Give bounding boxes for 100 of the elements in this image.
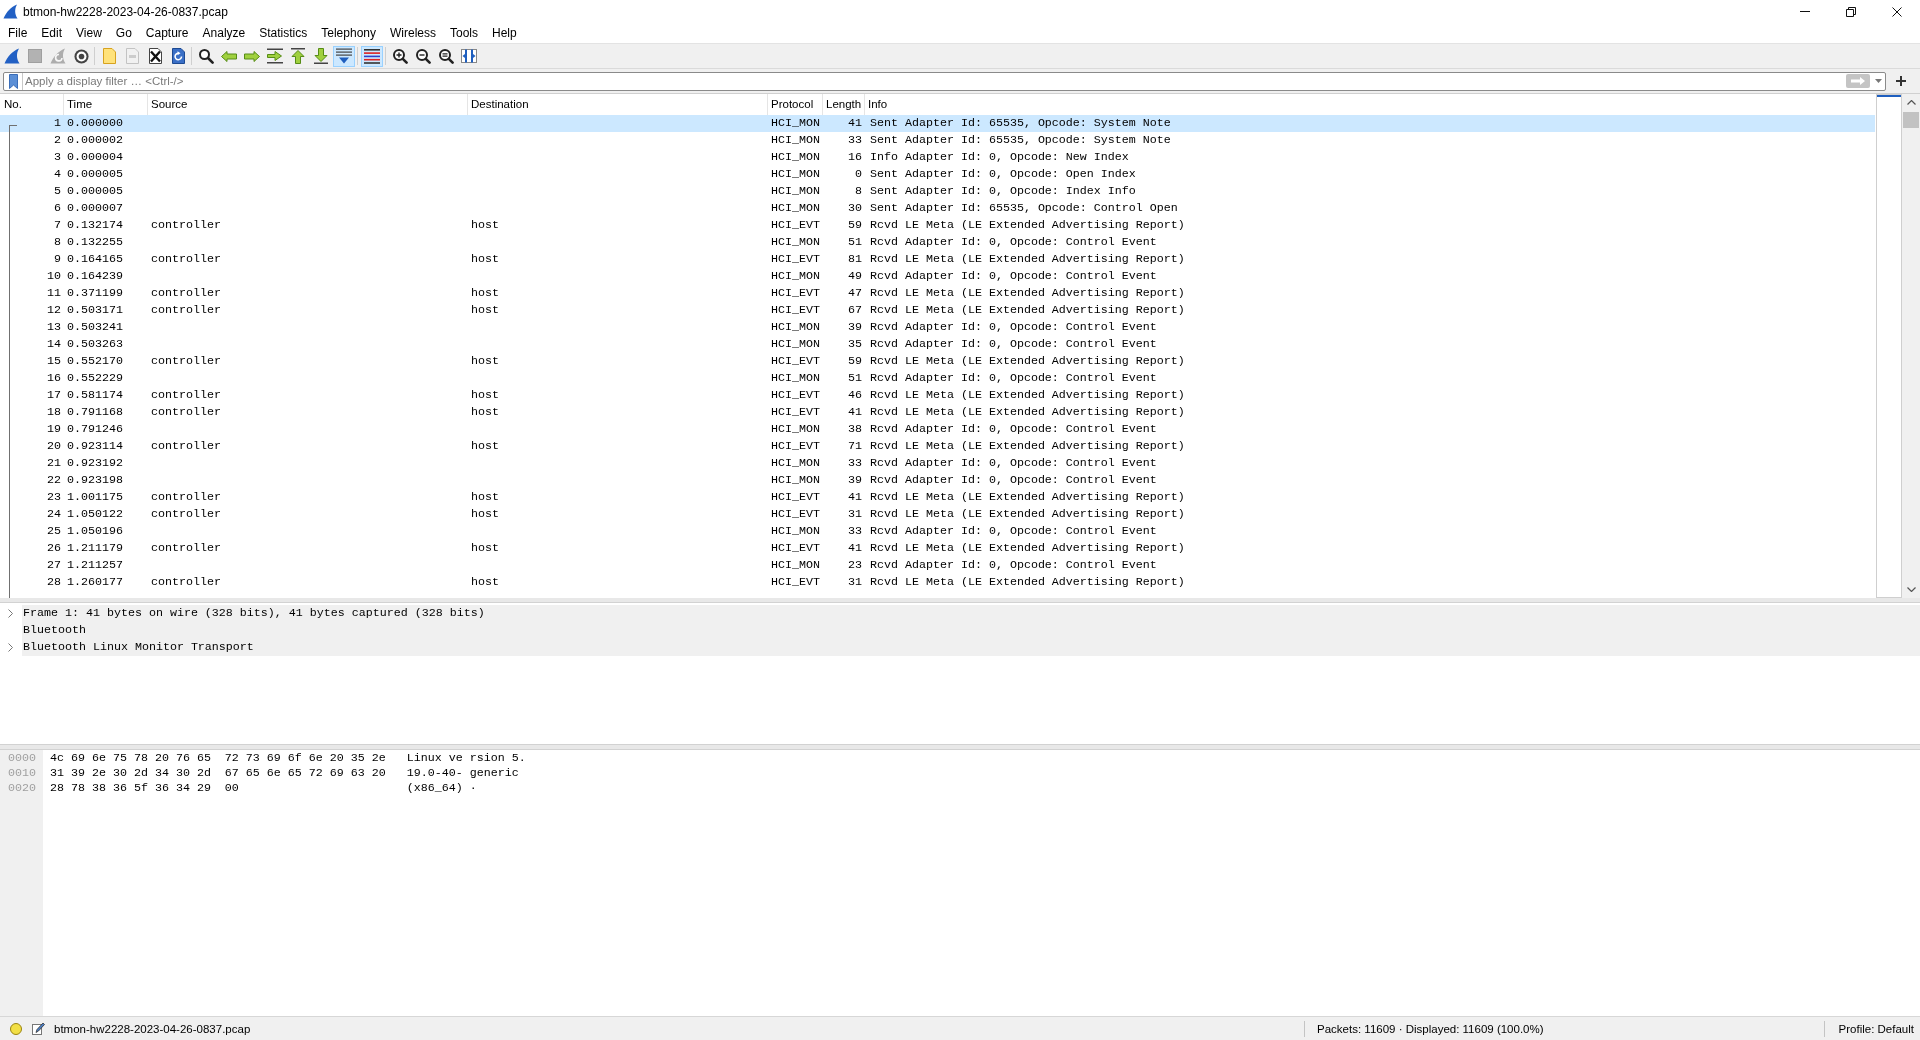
packet-row[interactable]: 22 0.923198 HCI_MON 39 Rcvd Adapter Id: 0, Opcode: Control Event xyxy=(0,472,1875,489)
packet-number: 17 xyxy=(47,387,61,404)
packet-row[interactable]: 21 0.923192 HCI_MON 33 Rcvd Adapter Id: 0, Opcode: Control Event xyxy=(0,455,1875,472)
packet-length: 33 xyxy=(848,455,862,472)
packet-source: controller xyxy=(151,251,221,268)
save-icon xyxy=(125,48,139,64)
menu-item[interactable]: Help xyxy=(485,23,524,43)
packet-source: controller xyxy=(151,302,221,319)
packet-number: 27 xyxy=(47,557,61,574)
packet-time: 0.000002 xyxy=(67,132,123,149)
packet-row[interactable]: 11 0.371199 controller host HCI_EVT 47 Rcvd LE Meta (LE Extended Advertising Report) xyxy=(0,285,1875,302)
packet-info: Rcvd LE Meta (LE Extended Advertising Report) xyxy=(870,217,1185,234)
packet-row[interactable]: 15 0.552170 controller host HCI_EVT 59 Rcvd LE Meta (LE Extended Advertising Report) xyxy=(0,353,1875,370)
packet-protocol: HCI_MON xyxy=(771,319,820,336)
chevron-right-icon xyxy=(8,609,13,618)
packet-row[interactable]: 8 0.132255 HCI_MON 51 Rcvd Adapter Id: 0, Opcode: Control Event xyxy=(0,234,1875,251)
display-filter-combobox[interactable]: Apply a display filter … <Ctrl-/> xyxy=(3,71,1886,91)
scroll-thumb[interactable] xyxy=(1903,112,1919,128)
vertical-scrollbar[interactable] xyxy=(1902,94,1920,598)
packet-source: controller xyxy=(151,217,221,234)
packet-number: 14 xyxy=(47,336,61,353)
packet-protocol: HCI_MON xyxy=(771,149,820,166)
packet-info: Rcvd LE Meta (LE Extended Advertising Report) xyxy=(870,540,1185,557)
packet-row[interactable]: 7 0.132174 controller host HCI_EVT 59 Rcvd LE Meta (LE Extended Advertising Report) xyxy=(0,217,1875,234)
packet-row[interactable]: 1 0.000000 HCI_MON 41 Sent Adapter Id: 65535, Opcode: System Note xyxy=(0,115,1875,132)
packet-row[interactable]: 9 0.164165 controller host HCI_EVT 81 Rcvd LE Meta (LE Extended Advertising Report) xyxy=(0,251,1875,268)
folder-icon xyxy=(102,48,116,64)
packet-destination: host xyxy=(471,251,499,268)
packet-row[interactable]: 28 1.260177 controller host HCI_EVT 31 Rcvd LE Meta (LE Extended Advertising Report) xyxy=(0,574,1875,591)
profile-name[interactable]: Profile: Default xyxy=(1838,1022,1914,1035)
menu-item[interactable]: Capture xyxy=(138,23,196,43)
packet-time: 0.371199 xyxy=(67,285,123,302)
packet-destination: host xyxy=(471,574,499,591)
menu-item[interactable]: View xyxy=(69,23,109,43)
menu-item[interactable]: Edit xyxy=(34,23,70,43)
packet-destination: host xyxy=(471,506,499,523)
close-icon xyxy=(1892,6,1902,17)
packet-info: Rcvd LE Meta (LE Extended Advertising Report) xyxy=(870,285,1185,302)
packet-row[interactable]: 4 0.000005 HCI_MON 0 Sent Adapter Id: 0, Opcode: Open Index xyxy=(0,166,1875,183)
menu-item[interactable]: Statistics xyxy=(252,23,315,43)
packet-length: 33 xyxy=(848,523,862,540)
pencil-icon[interactable] xyxy=(32,1022,45,1035)
packet-row[interactable]: 12 0.503171 controller host HCI_EVT 67 Rcvd LE Meta (LE Extended Advertising Report) xyxy=(0,302,1875,319)
packet-destination: host xyxy=(471,540,499,557)
packet-length: 23 xyxy=(848,557,862,574)
packet-row[interactable]: 19 0.791246 HCI_MON 38 Rcvd Adapter Id: 0, Opcode: Control Event xyxy=(0,421,1875,438)
packet-row[interactable]: 3 0.000004 HCI_MON 16 Info Adapter Id: 0, Opcode: New Index xyxy=(0,149,1875,166)
packet-time: 0.164239 xyxy=(67,268,123,285)
bookmark-icon xyxy=(8,73,18,89)
packet-row[interactable]: 16 0.552229 HCI_MON 51 Rcvd Adapter Id: 0, Opcode: Control Event xyxy=(0,370,1875,387)
packet-protocol: HCI_EVT xyxy=(771,574,820,591)
packet-row[interactable]: 23 1.001175 controller host HCI_EVT 41 Rcvd LE Meta (LE Extended Advertising Report) xyxy=(0,489,1875,506)
column-header[interactable]: Info xyxy=(865,94,1875,115)
packet-time: 0.503241 xyxy=(67,319,123,336)
packet-length: 47 xyxy=(848,285,862,302)
packet-length: 30 xyxy=(848,200,862,217)
packet-number: 16 xyxy=(47,370,61,387)
colorize-button[interactable] xyxy=(361,45,383,67)
status-circle-icon[interactable] xyxy=(10,1022,22,1035)
packet-row[interactable]: 13 0.503241 HCI_MON 39 Rcvd Adapter Id: 0, Opcode: Control Event xyxy=(0,319,1875,336)
packet-length: 41 xyxy=(848,540,862,557)
menu-item[interactable]: File xyxy=(1,23,35,43)
packet-protocol: HCI_MON xyxy=(771,115,820,132)
packet-row[interactable]: 14 0.503263 HCI_MON 35 Rcvd Adapter Id: 0, Opcode: Control Event xyxy=(0,336,1875,353)
packet-row[interactable]: 6 0.000007 HCI_MON 30 Sent Adapter Id: 65535, Opcode: Control Open xyxy=(0,200,1875,217)
packet-length: 81 xyxy=(848,251,862,268)
packet-row[interactable]: 10 0.164239 HCI_MON 49 Rcvd Adapter Id: 0, Opcode: Control Event xyxy=(0,268,1875,285)
packet-source: controller xyxy=(151,438,221,455)
packet-row[interactable]: 2 0.000002 HCI_MON 33 Sent Adapter Id: 65535, Opcode: System Note xyxy=(0,132,1875,149)
plus-icon xyxy=(1896,76,1906,86)
packet-row[interactable]: 25 1.050196 HCI_MON 33 Rcvd Adapter Id: 0, Opcode: Control Event xyxy=(0,523,1875,540)
packet-number: 22 xyxy=(47,472,61,489)
zoom-in-icon xyxy=(392,48,408,64)
packet-length: 46 xyxy=(848,387,862,404)
menu-item[interactable]: Tools xyxy=(443,23,485,43)
menu-item[interactable]: Telephony xyxy=(314,23,383,43)
autoscroll-icon xyxy=(336,48,352,64)
packet-row[interactable]: 5 0.000005 HCI_MON 8 Sent Adapter Id: 0, Opcode: Index Info xyxy=(0,183,1875,200)
menu-item[interactable]: Analyze xyxy=(195,23,253,43)
packet-number: 25 xyxy=(47,523,61,540)
arrow-right-icon xyxy=(1846,74,1870,88)
packet-info: Rcvd LE Meta (LE Extended Advertising Report) xyxy=(870,574,1185,591)
packet-row[interactable]: 20 0.923114 controller host HCI_EVT 71 Rcvd LE Meta (LE Extended Advertising Report) xyxy=(0,438,1875,455)
packet-info: Sent Adapter Id: 0, Opcode: Index Info xyxy=(870,183,1136,200)
packet-row[interactable]: 26 1.211179 controller host HCI_EVT 41 Rcvd LE Meta (LE Extended Advertising Report) xyxy=(0,540,1875,557)
menu-item[interactable]: Wireless xyxy=(383,23,443,43)
packet-row[interactable]: 18 0.791168 controller host HCI_EVT 41 Rcvd LE Meta (LE Extended Advertising Report) xyxy=(0,404,1875,421)
minimize-icon xyxy=(1800,11,1810,12)
packet-info: Rcvd LE Meta (LE Extended Advertising Report) xyxy=(870,302,1185,319)
packet-row[interactable]: 24 1.050122 controller host HCI_EVT 31 Rcvd LE Meta (LE Extended Advertising Report) xyxy=(0,506,1875,523)
packet-time: 0.923192 xyxy=(67,455,123,472)
packet-source: controller xyxy=(151,285,221,302)
autoscroll-button[interactable] xyxy=(333,45,355,67)
packet-row[interactable]: 27 1.211257 HCI_MON 23 Rcvd Adapter Id: 0, Opcode: Control Event xyxy=(0,557,1875,574)
packet-length: 51 xyxy=(848,370,862,387)
packet-protocol: HCI_EVT xyxy=(771,302,820,319)
menu-item[interactable]: Go xyxy=(108,23,139,43)
packet-info: Rcvd LE Meta (LE Extended Advertising Report) xyxy=(870,489,1185,506)
packet-row[interactable]: 17 0.581174 controller host HCI_EVT 46 Rcvd LE Meta (LE Extended Advertising Report) xyxy=(0,387,1875,404)
packet-time: 0.503263 xyxy=(67,336,123,353)
